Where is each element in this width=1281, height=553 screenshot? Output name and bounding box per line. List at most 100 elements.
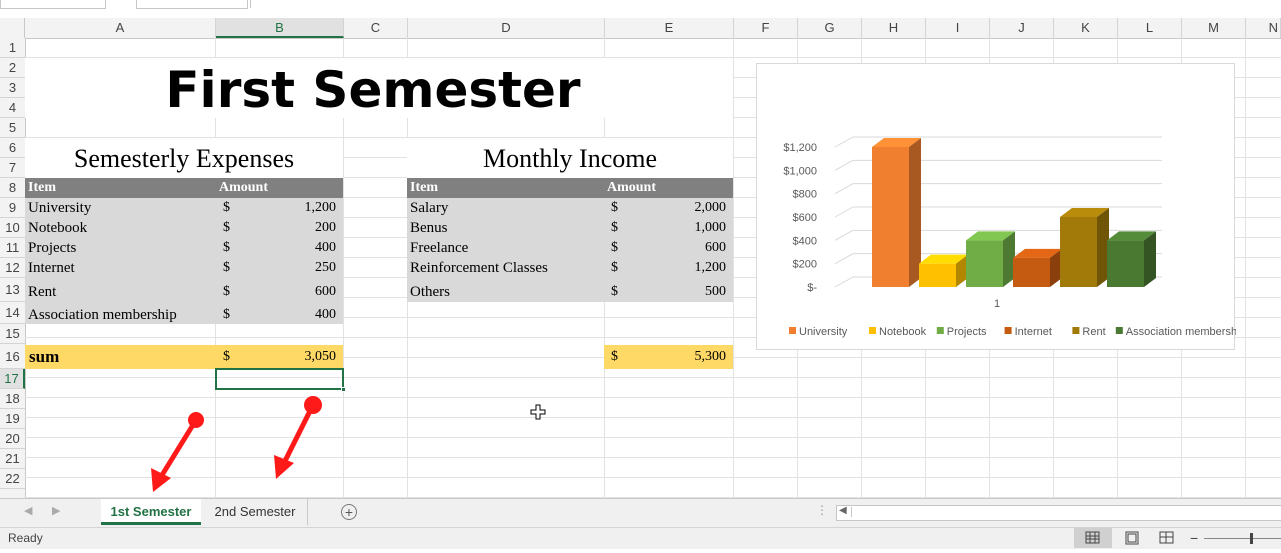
tab-2nd-semester[interactable]: 2nd Semester — [203, 499, 308, 525]
row-header-7[interactable]: 7 — [0, 158, 25, 178]
y-tick-label: $400 — [793, 235, 817, 247]
gridline-depth — [834, 206, 854, 218]
row-header-9[interactable]: 9 — [0, 198, 25, 218]
row-header-4[interactable]: 4 — [0, 98, 25, 118]
expense-amount[interactable]: 600 — [255, 280, 336, 304]
row-header-17[interactable]: 17 — [0, 369, 25, 389]
expense-amount[interactable]: 1,200 — [255, 198, 337, 218]
scroll-right-icon[interactable]: ▶ — [52, 504, 60, 517]
row-header-2[interactable]: 2 — [0, 58, 25, 78]
expense-amount[interactable]: 400 — [255, 304, 336, 326]
row-header-3[interactable]: 3 — [0, 78, 25, 98]
row-header-12[interactable]: 12 — [0, 258, 25, 278]
select-all-corner[interactable] — [0, 18, 25, 38]
income-amount[interactable]: 1,200 — [645, 258, 727, 278]
page-layout-icon[interactable] — [1118, 528, 1148, 548]
income-col-item[interactable]: Item — [410, 178, 590, 198]
row-header-13[interactable]: 13 — [0, 278, 25, 302]
row-header-11[interactable]: 11 — [0, 238, 25, 258]
column-header-i[interactable]: I — [926, 18, 990, 38]
zoom-slider-thumb[interactable] — [1250, 533, 1253, 544]
row-header-16[interactable]: 16 — [0, 344, 25, 369]
row-header-8[interactable]: 8 — [0, 178, 25, 198]
expense-item-name[interactable]: University — [28, 198, 91, 218]
scroll-left-icon[interactable]: ◀ — [24, 504, 32, 517]
expenses-chart[interactable]: $- $200 $400 $600 $800 $1,000 $1,200 1 Universit… — [756, 63, 1246, 350]
expense-amount[interactable]: 400 — [255, 238, 336, 258]
name-box[interactable] — [0, 0, 106, 9]
formula-function-area[interactable] — [136, 0, 248, 9]
zoom-slider[interactable] — [1204, 538, 1281, 539]
tab-1st-semester[interactable]: 1st Semester — [101, 499, 201, 525]
expenses-heading[interactable]: Semesterly Expenses — [25, 144, 343, 174]
row-header-15[interactable]: 15 — [0, 324, 25, 344]
row-headers: 1 2 3 4 5 6 7 8 9 10 11 12 13 14 15 16 1… — [0, 38, 26, 498]
income-col-amount[interactable]: Amount — [607, 178, 727, 198]
expenses-col-item[interactable]: Item — [28, 178, 208, 198]
column-header-c[interactable]: C — [344, 18, 408, 38]
column-header-e[interactable]: E — [605, 18, 734, 38]
row-header-22[interactable]: 22 — [0, 469, 25, 489]
legend-swatch — [869, 327, 876, 334]
expenses-sum-value[interactable]: 3,050 — [255, 345, 337, 369]
expense-amount[interactable]: 200 — [255, 218, 336, 238]
annotation-arrow — [274, 396, 322, 479]
page-break-icon[interactable] — [1152, 528, 1182, 548]
row-header-21[interactable]: 21 — [0, 449, 25, 469]
income-currency: $ — [611, 200, 618, 215]
column-header-k[interactable]: K — [1054, 18, 1118, 38]
column-header-f[interactable]: F — [734, 18, 798, 38]
income-heading[interactable]: Monthly Income — [407, 144, 733, 174]
legend-entry: Association membership — [1126, 326, 1236, 338]
gridline-depth — [834, 229, 854, 241]
y-tick-label: $200 — [793, 259, 817, 271]
column-header-m[interactable]: M — [1182, 18, 1246, 38]
row-header-10[interactable]: 10 — [0, 218, 25, 238]
column-header-l[interactable]: L — [1118, 18, 1182, 38]
income-amount[interactable]: 500 — [645, 280, 726, 304]
normal-view-icon[interactable] — [1074, 528, 1112, 548]
expense-item-name[interactable]: Internet — [28, 258, 75, 278]
sheet-title[interactable]: First Semester — [25, 58, 721, 119]
formula-input[interactable] — [250, 0, 1281, 8]
row-header-5[interactable]: 5 — [0, 118, 25, 138]
expense-item-name[interactable]: Rent — [28, 280, 56, 304]
cursor-icon — [530, 404, 546, 420]
status-bar: Ready − — [0, 527, 1281, 549]
row-header-19[interactable]: 19 — [0, 409, 25, 429]
income-item-name[interactable]: Reinforcement Classes — [410, 258, 548, 278]
income-item-name[interactable]: Freelance — [410, 238, 468, 258]
fill-handle[interactable] — [341, 387, 346, 392]
expense-item-name[interactable]: Projects — [28, 238, 76, 258]
add-sheet-icon[interactable]: + — [341, 504, 357, 520]
expense-item-name[interactable]: Notebook — [28, 218, 87, 238]
income-amount[interactable]: 2,000 — [645, 198, 727, 218]
column-header-a[interactable]: A — [25, 18, 216, 38]
income-amount[interactable]: 600 — [645, 238, 726, 258]
expense-item-name[interactable]: Association membership — [28, 304, 177, 326]
gridline-depth — [834, 183, 854, 195]
income-sum-value[interactable]: 5,300 — [645, 345, 727, 369]
column-header-h[interactable]: H — [862, 18, 926, 38]
column-header-b[interactable]: B — [216, 18, 344, 38]
row-header-1[interactable]: 1 — [0, 38, 25, 58]
horizontal-scrollbar[interactable]: ◀ — [836, 505, 1281, 521]
zoom-out-icon[interactable]: − — [1190, 530, 1198, 546]
row-header-14[interactable]: 14 — [0, 302, 25, 324]
income-amount[interactable]: 1,000 — [645, 218, 727, 238]
income-item-name[interactable]: Salary — [410, 198, 448, 218]
expense-amount[interactable]: 250 — [255, 258, 336, 278]
row-header-6[interactable]: 6 — [0, 138, 25, 158]
row-header-18[interactable]: 18 — [0, 389, 25, 409]
column-header-g[interactable]: G — [798, 18, 862, 38]
income-item-name[interactable]: Others — [410, 280, 450, 304]
row-header-20[interactable]: 20 — [0, 429, 25, 449]
expenses-col-amount[interactable]: Amount — [219, 178, 339, 198]
column-header-n[interactable]: N — [1246, 18, 1281, 38]
income-item-name[interactable]: Benus — [410, 218, 448, 238]
column-header-j[interactable]: J — [990, 18, 1054, 38]
column-header-d[interactable]: D — [408, 18, 605, 38]
splitter-handle-icon[interactable]: ⋮ — [816, 503, 828, 517]
sum-label[interactable]: sum — [29, 345, 59, 369]
active-cell-b17[interactable] — [215, 368, 344, 390]
